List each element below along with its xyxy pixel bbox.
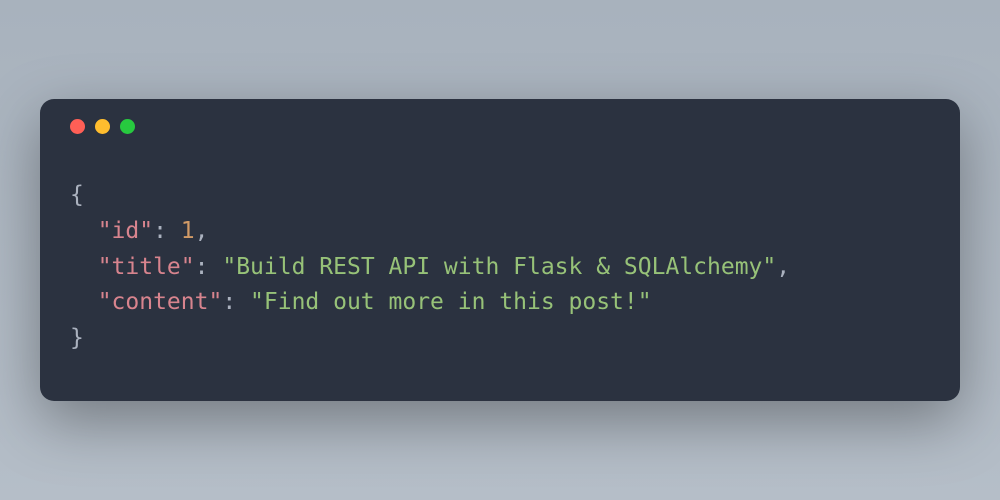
colon: :	[153, 218, 167, 244]
close-brace: }	[70, 325, 84, 351]
comma: ,	[195, 218, 209, 244]
code-line: "title": "Build REST API with Flask & SQ…	[70, 250, 930, 286]
comma: ,	[776, 254, 790, 280]
window-titlebar	[70, 119, 930, 134]
colon: :	[222, 289, 236, 315]
code-line: }	[70, 321, 930, 357]
json-key-id: "id"	[98, 218, 153, 244]
colon: :	[195, 254, 209, 280]
code-block: { "id": 1, "title": "Build REST API with…	[70, 178, 930, 356]
code-line: {	[70, 178, 930, 214]
minimize-icon[interactable]	[95, 119, 110, 134]
json-value-id: 1	[181, 218, 195, 244]
code-window: { "id": 1, "title": "Build REST API with…	[40, 99, 960, 400]
open-brace: {	[70, 182, 84, 208]
code-line: "id": 1,	[70, 214, 930, 250]
json-key-title: "title"	[98, 254, 195, 280]
code-line: "content": "Find out more in this post!"	[70, 285, 930, 321]
json-key-content: "content"	[98, 289, 223, 315]
json-value-title: "Build REST API with Flask & SQLAlchemy"	[222, 254, 776, 280]
maximize-icon[interactable]	[120, 119, 135, 134]
json-value-content: "Find out more in this post!"	[250, 289, 652, 315]
close-icon[interactable]	[70, 119, 85, 134]
